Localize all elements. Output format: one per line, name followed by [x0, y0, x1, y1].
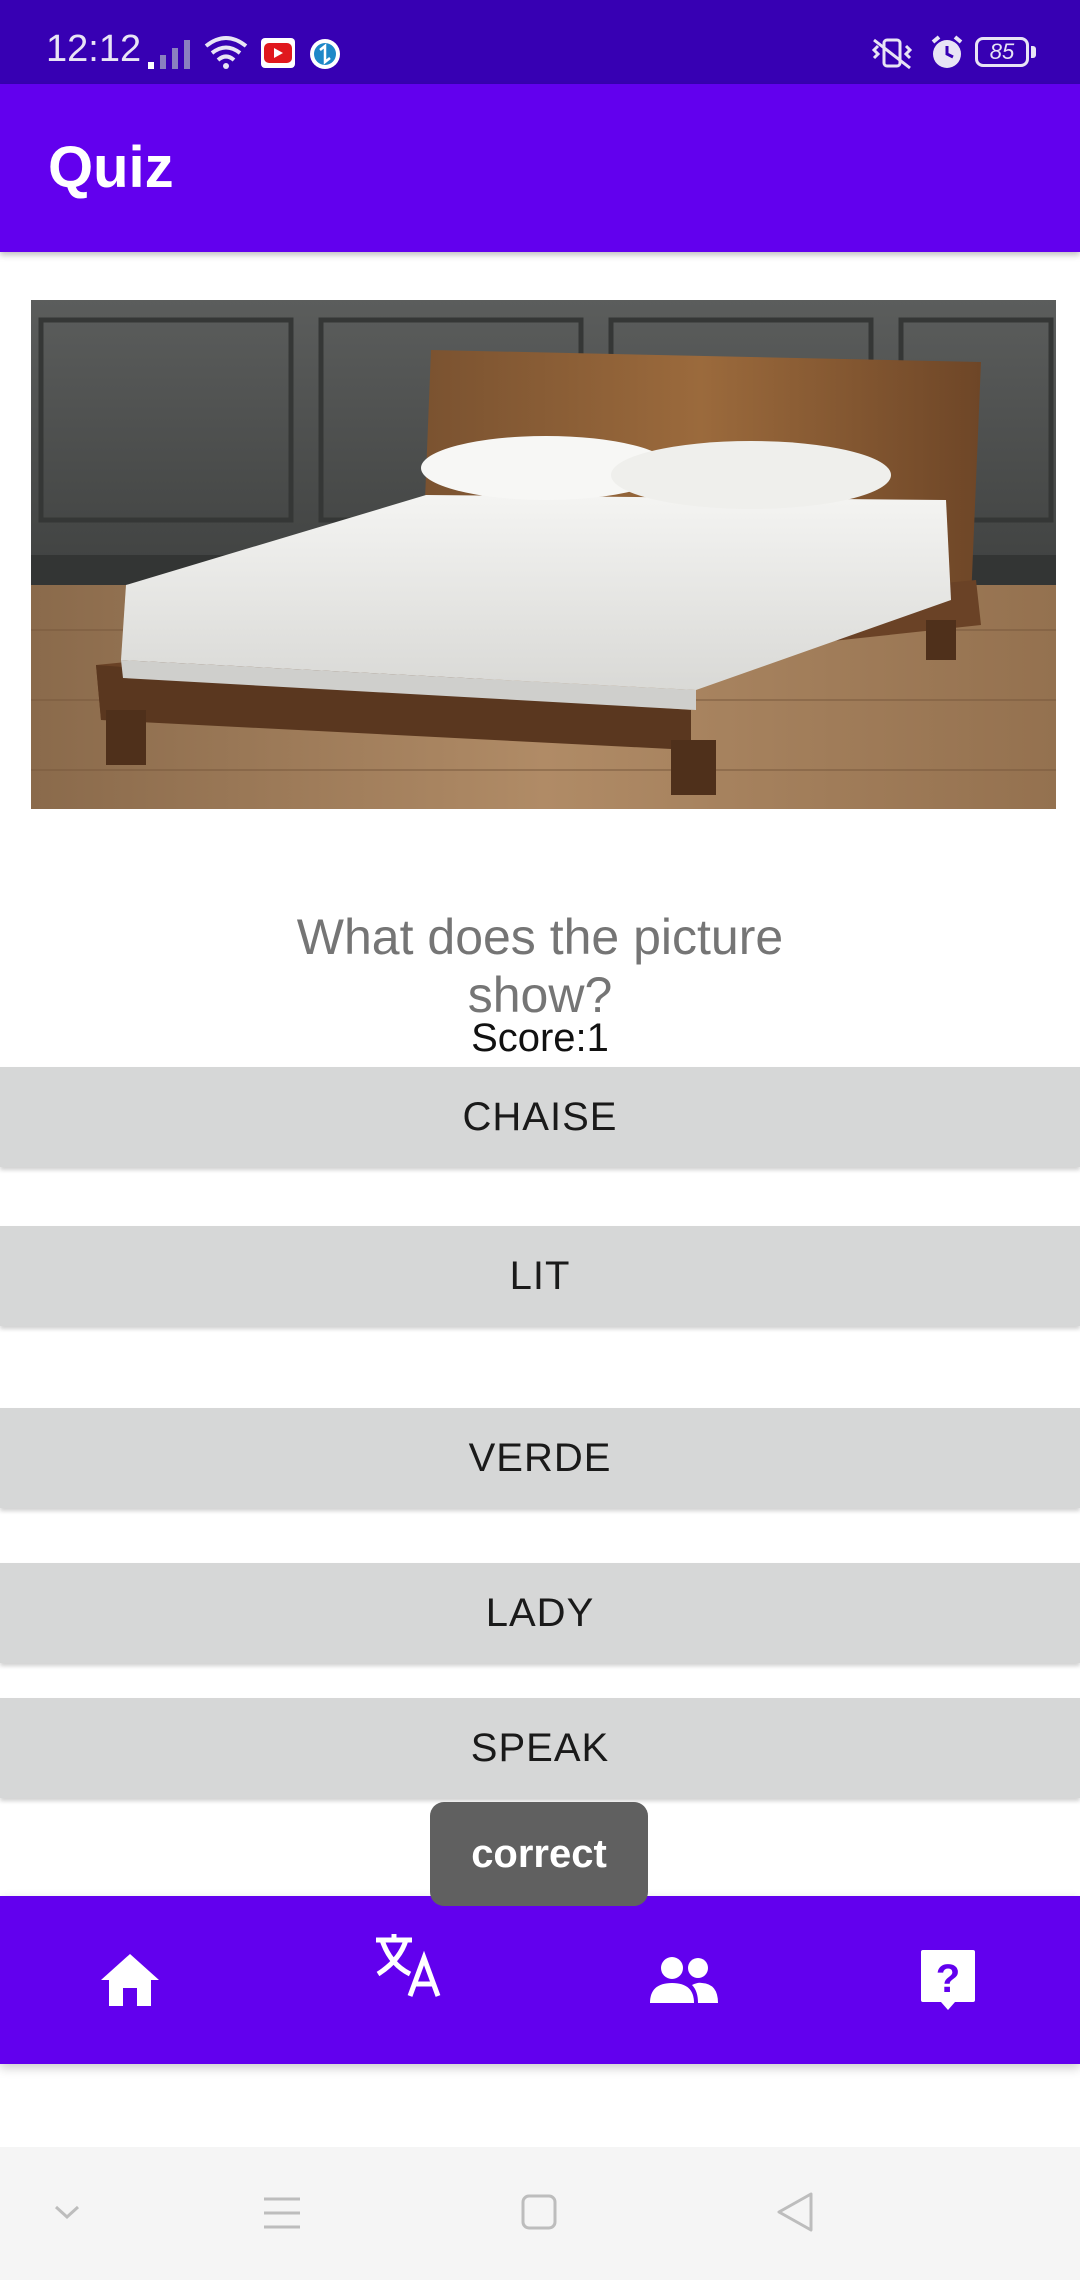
toast-message: correct	[430, 1802, 648, 1906]
chevron-down-icon[interactable]	[52, 2203, 82, 2223]
quiz-image	[31, 300, 1056, 809]
status-time: 12:12	[46, 28, 142, 70]
nav-home[interactable]	[30, 1896, 230, 2064]
answer-button-1[interactable]: CHAISE	[0, 1067, 1080, 1167]
home-icon	[101, 1954, 159, 2006]
answer-button-2[interactable]: LIT	[0, 1226, 1080, 1326]
question-text: What does the picture show?	[296, 909, 784, 1023]
system-navigation-bar	[0, 2147, 1080, 2280]
quiz-icon: ?	[921, 1950, 975, 2010]
bottom-navigation: ?	[0, 1896, 1080, 2064]
app-bar: Quiz	[0, 84, 1080, 252]
vibrate-icon	[871, 38, 913, 70]
battery-icon: 85	[975, 37, 1029, 67]
page-title: Quiz	[48, 135, 174, 200]
nav-translate[interactable]	[308, 1896, 508, 2064]
answer-button-3[interactable]: VERDE	[0, 1408, 1080, 1508]
answer-button-4[interactable]: LADY	[0, 1563, 1080, 1663]
nav-quiz[interactable]: ?	[848, 1896, 1048, 2064]
nav-people[interactable]	[584, 1896, 784, 2064]
back-icon[interactable]	[775, 2191, 815, 2233]
svg-text:?: ?	[936, 1957, 960, 2001]
home-square-icon[interactable]	[520, 2193, 558, 2231]
menu-icon[interactable]	[262, 2195, 302, 2231]
translate-icon	[376, 1934, 441, 1997]
youtube-icon	[261, 38, 295, 68]
alarm-icon	[931, 35, 963, 68]
sync-app-icon	[310, 39, 340, 69]
score-label: Score:1	[471, 1016, 609, 1060]
signal-icon	[148, 40, 190, 69]
status-bar: 12:12 85	[0, 0, 1080, 84]
people-icon	[650, 1957, 718, 2003]
battery-tip	[1031, 46, 1036, 58]
answer-button-5[interactable]: SPEAK	[0, 1698, 1080, 1798]
wifi-icon	[204, 36, 248, 69]
